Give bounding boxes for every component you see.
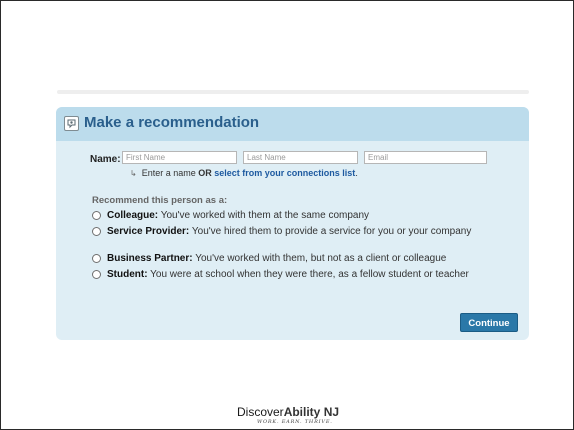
logo-part-discover: Discover	[237, 405, 284, 419]
option-desc: You were at school when they were there,…	[150, 269, 469, 280]
option-title: Student:	[107, 269, 148, 280]
radio-service-provider[interactable]	[92, 227, 101, 236]
panel-title: Make a recommendation	[84, 114, 260, 131]
logo-tagline: WORK. EARN. THRIVE.	[257, 419, 333, 425]
option-title: Service Provider:	[107, 226, 190, 237]
recommendation-panel: Make a recommendation Name: ↳ Enter a nam…	[56, 107, 529, 340]
name-hint: ↳ Enter a name OR select from your connec…	[130, 168, 358, 178]
radio-student[interactable]	[92, 270, 101, 279]
option-title: Colleague:	[107, 210, 159, 221]
option-title: Business Partner:	[107, 253, 193, 264]
email-input[interactable]	[364, 151, 487, 164]
hint-or: OR	[198, 168, 212, 178]
recommendation-icon	[64, 116, 79, 131]
first-name-input[interactable]	[122, 151, 237, 164]
corner-arrow-icon: ↳	[130, 169, 137, 178]
logo-part-ability: Ability NJ	[283, 405, 340, 419]
discoverability-logo: DiscoverAbility NJ WORK. EARN. THRIVE.	[237, 405, 357, 429]
connections-list-link[interactable]: select from your connections list	[214, 168, 355, 178]
continue-button[interactable]: Continue	[460, 313, 518, 332]
hint-suffix: .	[355, 168, 358, 178]
panel-header: Make a recommendation	[56, 107, 529, 141]
last-name-input[interactable]	[243, 151, 358, 164]
page: { "panel": { "title": "Make a recommenda…	[0, 0, 574, 430]
option-desc: You've hired them to provide a service f…	[191, 226, 472, 237]
option-desc: You've worked with them at the same comp…	[160, 210, 370, 221]
radio-colleague[interactable]	[92, 211, 101, 220]
recommend-as-label: Recommend this person as a:	[92, 195, 228, 206]
top-divider	[57, 90, 529, 94]
hint-prefix: Enter a name	[141, 168, 196, 178]
radio-business-partner[interactable]	[92, 254, 101, 263]
option-desc: You've worked with them, but not as a cl…	[195, 253, 447, 264]
name-label: Name:	[90, 154, 121, 165]
